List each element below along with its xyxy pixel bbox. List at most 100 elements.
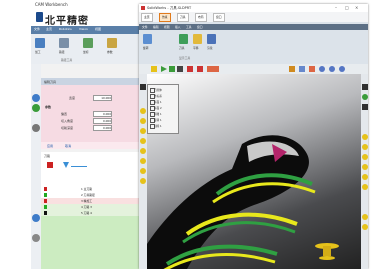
tool-icon[interactable]: [179, 34, 188, 44]
tree-title: 刀路: [44, 154, 51, 158]
subtab-window[interactable]: 窗口: [197, 25, 203, 29]
subtab-tools[interactable]: 工具: [186, 25, 192, 29]
ribbon-group-label: 显示工具: [179, 56, 191, 60]
tab-home[interactable]: 主页: [141, 13, 153, 22]
rail-layers-icon[interactable]: [32, 214, 40, 222]
holder-stem: [323, 246, 331, 256]
subtab-view[interactable]: 视图: [164, 25, 170, 29]
background-ribbon: 加工 路径 坐标 参数 路径工具: [31, 34, 141, 64]
cut-depth-input[interactable]: 0.000: [93, 125, 112, 131]
ribbon-tab-view[interactable]: 视图: [95, 27, 101, 31]
subtab-insert[interactable]: 插入: [175, 25, 181, 29]
tab-layout[interactable]: 布局: [195, 13, 207, 22]
record-icon[interactable]: [197, 66, 203, 72]
view-toolbar: [139, 64, 368, 74]
pan-icon[interactable]: [193, 34, 202, 44]
company-logo-icon: [36, 12, 43, 22]
subtab-file[interactable]: 文件: [142, 25, 148, 29]
feature-icon[interactable]: [140, 158, 146, 164]
maximize-icon[interactable]: □: [345, 5, 349, 10]
play-icon[interactable]: [161, 66, 167, 72]
cursor-icon[interactable]: [362, 84, 368, 90]
option-icon[interactable]: [362, 144, 368, 150]
offset-input[interactable]: 0.000: [93, 111, 112, 117]
speed-dropdown[interactable]: [207, 66, 219, 72]
view-front-icon[interactable]: [299, 66, 305, 72]
feature-tree: 刀具体 坐标系 平面 1 平面 2 草图 1 旋转 1 切除 1: [147, 84, 179, 134]
edit-icon[interactable]: [362, 104, 368, 110]
row-marker-icon: [44, 199, 47, 203]
cursor-icon[interactable]: [140, 84, 146, 90]
rotate-icon[interactable]: [143, 34, 152, 44]
feature-icon[interactable]: [140, 108, 146, 114]
green-tool-icon[interactable]: [362, 94, 368, 100]
option-icon[interactable]: [362, 224, 368, 230]
select-icon[interactable]: [151, 66, 157, 72]
rail-home-icon[interactable]: [32, 94, 40, 102]
entry-angle-label: 切入角度: [61, 119, 74, 123]
edit-panel-title: 编辑刀具: [44, 79, 57, 84]
width-input[interactable]: 10.000: [93, 95, 112, 101]
tree-item[interactable]: 平面 1: [154, 100, 162, 104]
left-rail: [31, 64, 41, 269]
red-flag-icon: [47, 162, 53, 168]
axis-icon[interactable]: [289, 66, 295, 72]
option-icon[interactable]: [362, 214, 368, 220]
feature-icon[interactable]: [140, 178, 146, 184]
parameters-icon[interactable]: [107, 38, 117, 48]
zoom-icon[interactable]: [319, 66, 325, 72]
rail-settings-icon[interactable]: [32, 124, 40, 132]
close-icon[interactable]: ×: [355, 5, 358, 10]
path-icon[interactable]: [59, 38, 69, 48]
entry-angle-input[interactable]: 0.000: [93, 118, 112, 124]
tab-simulation[interactable]: 仿真: [159, 13, 171, 22]
minimize-icon[interactable]: –: [335, 5, 337, 10]
ribbon-tab-file[interactable]: 文件: [34, 27, 40, 31]
option-icon[interactable]: [362, 184, 368, 190]
feature-icon[interactable]: [140, 128, 146, 134]
rail-tool-icon[interactable]: [32, 104, 40, 112]
tree-item[interactable]: 平面 2: [154, 106, 162, 110]
row-marker-icon: [44, 205, 47, 209]
option-icon[interactable]: [362, 134, 368, 140]
option-icon[interactable]: [362, 174, 368, 180]
offset-label: 偏置: [61, 112, 68, 116]
feature-icon[interactable]: [140, 118, 146, 124]
zoom-fit-icon[interactable]: [329, 66, 335, 72]
triangle-down-icon[interactable]: [63, 162, 69, 168]
tree-item[interactable]: 坐标系: [154, 94, 162, 98]
stop-icon[interactable]: [187, 66, 193, 72]
zoom-area-icon[interactable]: [339, 66, 345, 72]
render-icon[interactable]: [207, 34, 216, 44]
feature-icon[interactable]: [140, 168, 146, 174]
3d-viewport[interactable]: [147, 74, 361, 269]
step-icon[interactable]: [169, 66, 175, 72]
rail-info-icon[interactable]: [32, 234, 40, 242]
tree-item[interactable]: 切除 1: [154, 124, 162, 128]
tab-window[interactable]: 窗口: [213, 13, 225, 22]
tree-item[interactable]: 刀具体: [154, 88, 162, 92]
option-icon[interactable]: [362, 164, 368, 170]
cad-window: SolidWorks - 刀具.SLDPRT – □ × 主页 仿真 刀具 布局…: [139, 4, 368, 269]
option-icon[interactable]: [362, 154, 368, 160]
apply-button[interactable]: 应用: [47, 144, 53, 148]
ribbon-label-rotate: 旋转: [143, 46, 149, 50]
machining-icon[interactable]: [35, 38, 45, 48]
cad-tabbar: 主页 仿真 刀具 布局 窗口: [139, 12, 368, 22]
view-top-icon[interactable]: [309, 66, 315, 72]
tab-tool[interactable]: 刀具: [177, 13, 189, 22]
feature-icon[interactable]: [140, 138, 146, 144]
tree-item[interactable]: 草图 1: [154, 112, 162, 116]
feature-icon[interactable]: [140, 148, 146, 154]
pause-icon[interactable]: [177, 66, 183, 72]
divider-line: [71, 166, 87, 167]
subtab-edit[interactable]: 编辑: [153, 25, 159, 29]
coordinate-icon[interactable]: [83, 38, 93, 48]
ribbon-tab-home[interactable]: 主页: [46, 27, 52, 31]
edit-panel-header: 编辑刀具: [41, 78, 141, 85]
cad-window-title: SolidWorks - 刀具.SLDPRT: [147, 6, 192, 10]
ribbon-tab-robotics[interactable]: Robotics: [59, 27, 72, 31]
ribbon-tab-vision[interactable]: Vision: [79, 27, 88, 31]
cancel-button[interactable]: 取消: [65, 144, 71, 148]
tree-item[interactable]: 旋转 1: [154, 118, 162, 122]
